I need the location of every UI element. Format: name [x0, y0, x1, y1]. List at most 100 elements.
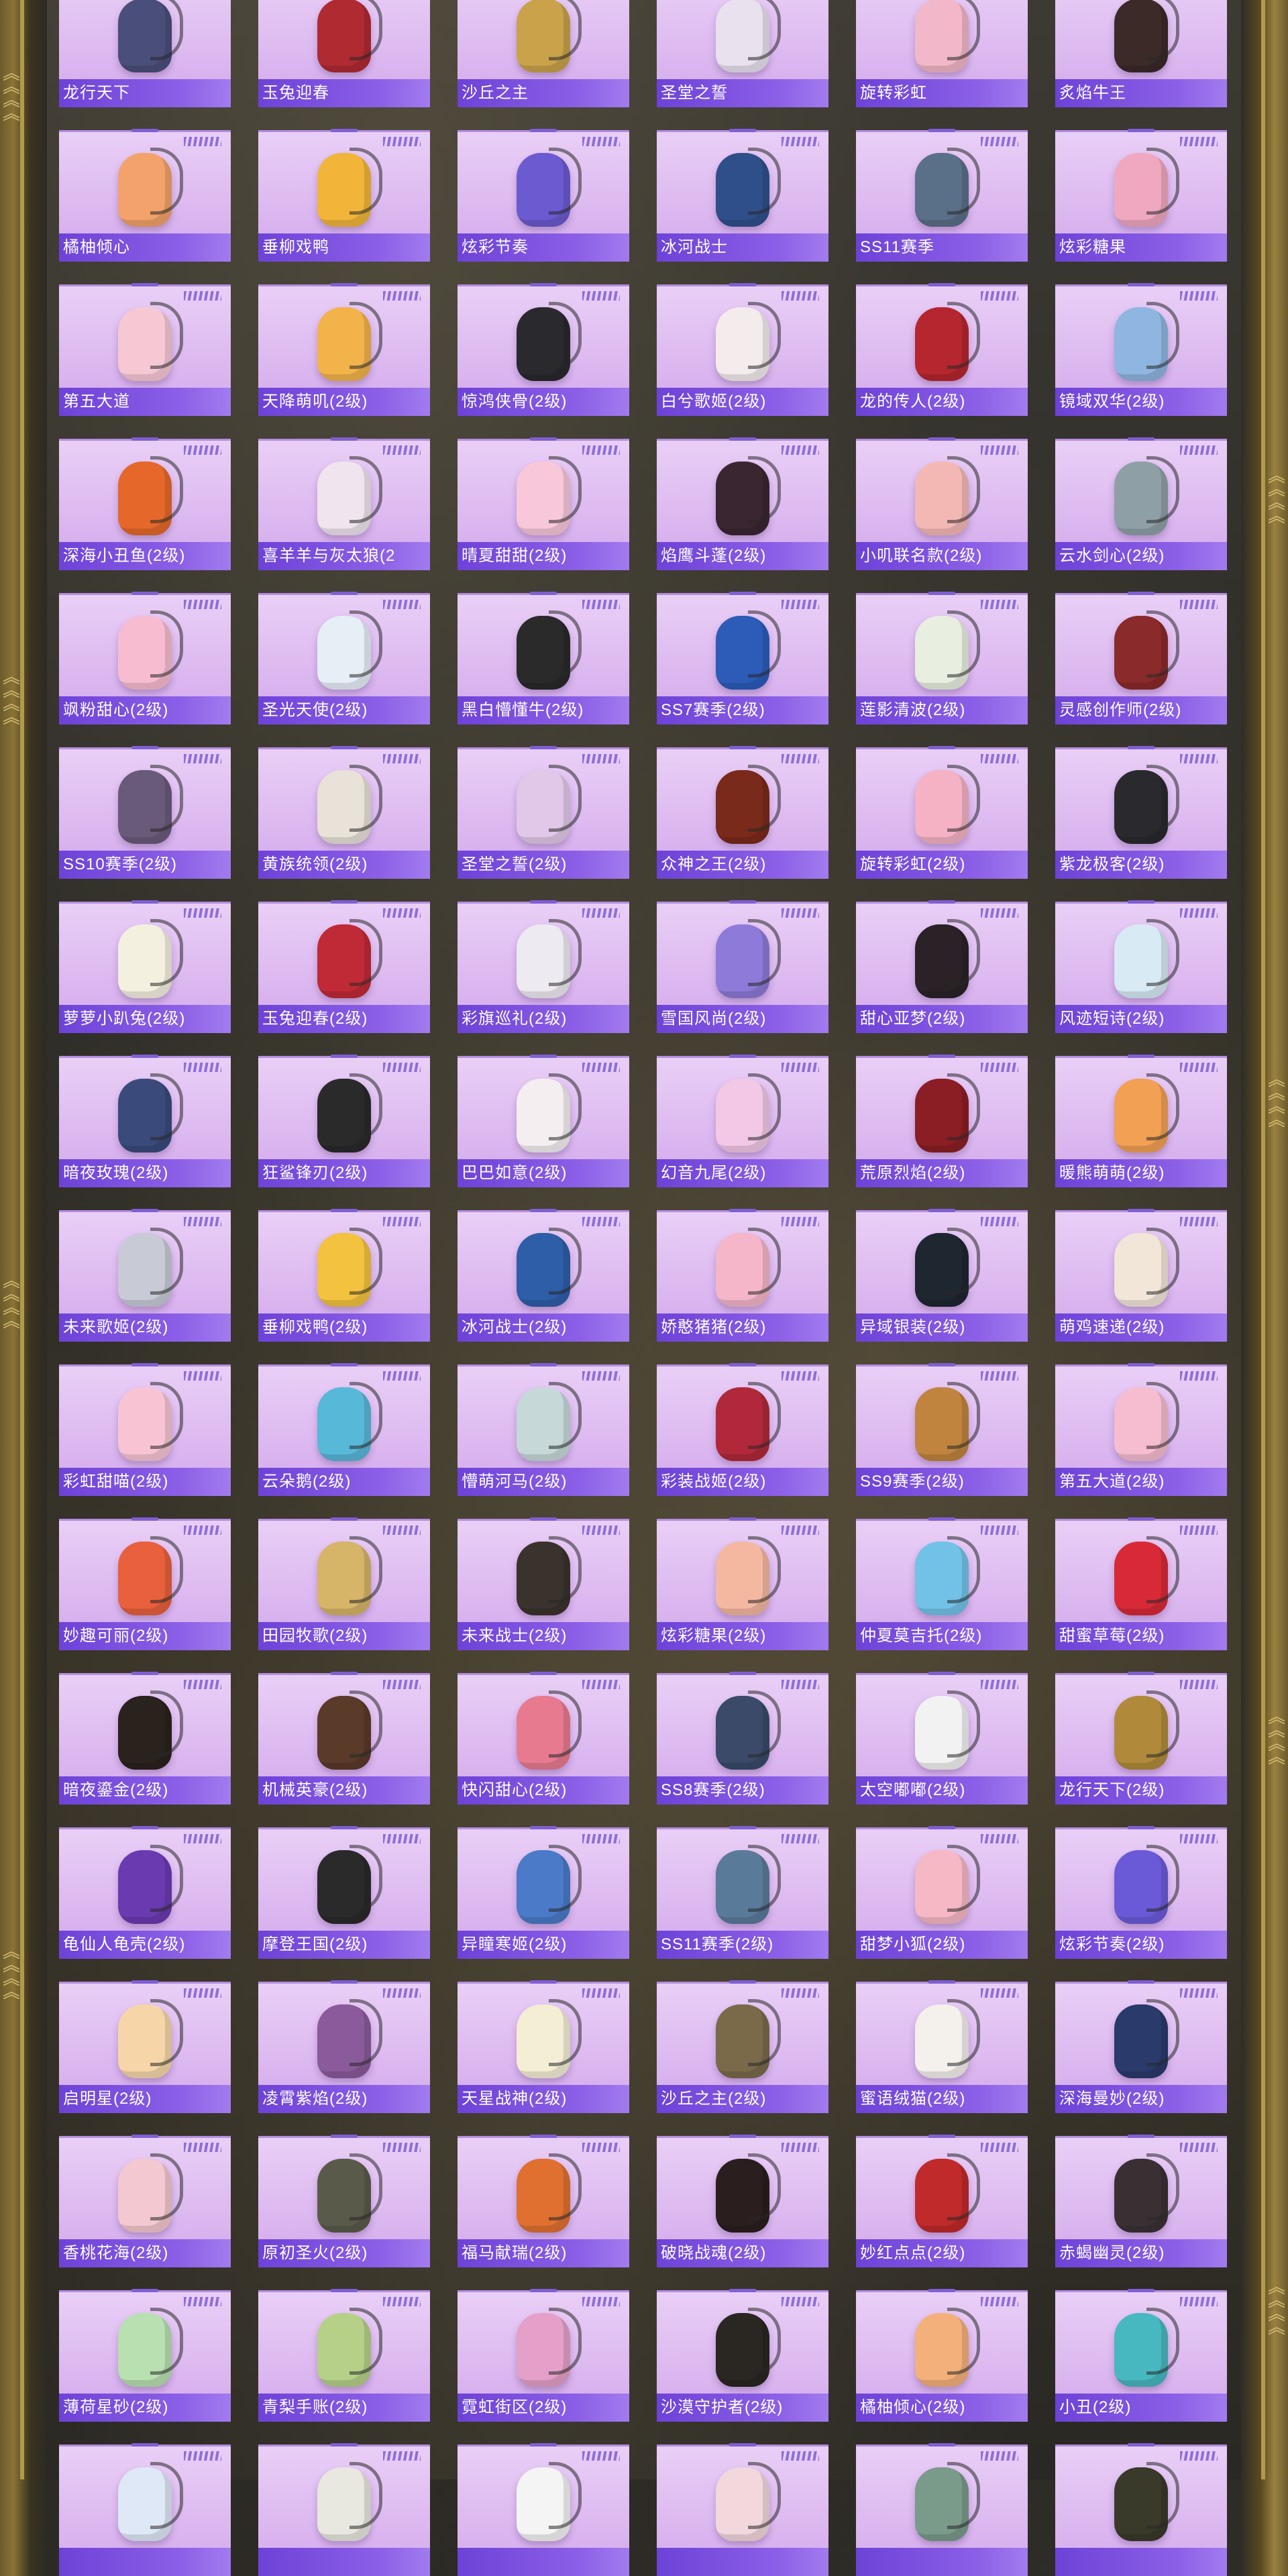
- backpack-card[interactable]: 暗夜鎏金(2级): [59, 1672, 231, 1805]
- backpack-card[interactable]: 龙行天下(2级): [1055, 1672, 1227, 1805]
- backpack-card[interactable]: 太空嘟嘟(2级): [856, 1672, 1028, 1805]
- backpack-card[interactable]: 沙丘之主(2级): [657, 1980, 828, 2113]
- backpack-card[interactable]: 旋转彩虹: [856, 0, 1028, 107]
- backpack-card[interactable]: 垂柳戏鸭(2级): [258, 1209, 430, 1342]
- backpack-card[interactable]: [258, 2443, 430, 2576]
- backpack-card[interactable]: 圣堂之誓: [657, 0, 828, 107]
- backpack-card[interactable]: 第五大道: [59, 283, 231, 416]
- backpack-card[interactable]: [657, 2443, 828, 2576]
- backpack-card[interactable]: SS11赛季(2级): [657, 1826, 828, 1959]
- backpack-card[interactable]: 圣光天使(2级): [258, 592, 430, 724]
- backpack-card[interactable]: 垂柳戏鸭: [258, 129, 430, 262]
- backpack-card[interactable]: 橘柚倾心(2级): [856, 2289, 1028, 2422]
- backpack-card[interactable]: [1055, 2443, 1227, 2576]
- backpack-card[interactable]: 甜梦小狐(2级): [856, 1826, 1028, 1959]
- backpack-card[interactable]: 黑白懵懂牛(2级): [458, 592, 629, 724]
- backpack-card[interactable]: 晴夏甜甜(2级): [458, 437, 629, 570]
- backpack-card[interactable]: [458, 2443, 629, 2576]
- backpack-card[interactable]: 天星战神(2级): [458, 1980, 629, 2113]
- backpack-card[interactable]: 暖熊萌萌(2级): [1055, 1055, 1227, 1187]
- backpack-card[interactable]: 青梨手账(2级): [258, 2289, 430, 2422]
- backpack-card[interactable]: 飒粉甜心(2级): [59, 592, 231, 724]
- backpack-card[interactable]: 甜蜜草莓(2级): [1055, 1517, 1227, 1650]
- backpack-card[interactable]: 雪国风尚(2级): [657, 900, 828, 1033]
- backpack-card[interactable]: 沙漠守护者(2级): [657, 2289, 828, 2422]
- backpack-card[interactable]: SS7赛季(2级): [657, 592, 828, 724]
- backpack-card[interactable]: 原初圣火(2级): [258, 2135, 430, 2267]
- backpack-card[interactable]: 炙焰牛王: [1055, 0, 1227, 107]
- backpack-card[interactable]: 快闪甜心(2级): [458, 1672, 629, 1805]
- backpack-card[interactable]: [856, 2443, 1028, 2576]
- backpack-card[interactable]: 暗夜玫瑰(2级): [59, 1055, 231, 1187]
- backpack-card[interactable]: 云水剑心(2级): [1055, 437, 1227, 570]
- backpack-card[interactable]: 彩虹甜喵(2级): [59, 1363, 231, 1496]
- backpack-card[interactable]: 赤蝎幽灵(2级): [1055, 2135, 1227, 2267]
- backpack-card[interactable]: 蜜语绒猫(2级): [856, 1980, 1028, 2113]
- backpack-card[interactable]: 惊鸿侠骨(2级): [458, 283, 629, 416]
- backpack-card[interactable]: 异瞳寒姬(2级): [458, 1826, 629, 1959]
- backpack-card[interactable]: 喜羊羊与灰太狼(2: [258, 437, 430, 570]
- backpack-card[interactable]: 旋转彩虹(2级): [856, 746, 1028, 879]
- backpack-card[interactable]: 启明星(2级): [59, 1980, 231, 2113]
- backpack-card[interactable]: [59, 2443, 231, 2576]
- backpack-card[interactable]: 龙的传人(2级): [856, 283, 1028, 416]
- backpack-card[interactable]: 彩装战姬(2级): [657, 1363, 828, 1496]
- backpack-card[interactable]: SS8赛季(2级): [657, 1672, 828, 1805]
- backpack-card[interactable]: 炫彩节奏: [458, 129, 629, 262]
- backpack-card[interactable]: 娇憨猪猪(2级): [657, 1209, 828, 1342]
- backpack-card[interactable]: 仲夏莫吉托(2级): [856, 1517, 1028, 1650]
- backpack-card[interactable]: 懵萌河马(2级): [458, 1363, 629, 1496]
- backpack-card[interactable]: 未来战士(2级): [458, 1517, 629, 1650]
- backpack-card[interactable]: 甜心亚梦(2级): [856, 900, 1028, 1033]
- backpack-card[interactable]: 未来歌姬(2级): [59, 1209, 231, 1342]
- backpack-card[interactable]: 深海小丑鱼(2级): [59, 437, 231, 570]
- backpack-card[interactable]: 镜域双华(2级): [1055, 283, 1227, 416]
- backpack-card[interactable]: 焰鹰斗蓬(2级): [657, 437, 828, 570]
- backpack-card[interactable]: 沙丘之主: [458, 0, 629, 107]
- backpack-card[interactable]: 冰河战士: [657, 129, 828, 262]
- backpack-card[interactable]: 幻音九尾(2级): [657, 1055, 828, 1187]
- backpack-card[interactable]: 玉兔迎春(2级): [258, 900, 430, 1033]
- backpack-card[interactable]: 莲影清波(2级): [856, 592, 1028, 724]
- backpack-card[interactable]: 福马献瑞(2级): [458, 2135, 629, 2267]
- backpack-card[interactable]: 深海曼妙(2级): [1055, 1980, 1227, 2113]
- backpack-card[interactable]: 云朵鹅(2级): [258, 1363, 430, 1496]
- backpack-card[interactable]: 薄荷星砂(2级): [59, 2289, 231, 2422]
- backpack-card[interactable]: 第五大道(2级): [1055, 1363, 1227, 1496]
- backpack-card[interactable]: 破晓战魂(2级): [657, 2135, 828, 2267]
- backpack-card[interactable]: 圣堂之誓(2级): [458, 746, 629, 879]
- backpack-card[interactable]: 凌霄紫焰(2级): [258, 1980, 430, 2113]
- backpack-card[interactable]: 小丑(2级): [1055, 2289, 1227, 2422]
- backpack-card[interactable]: 萌鸡速递(2级): [1055, 1209, 1227, 1342]
- backpack-card[interactable]: 紫龙极客(2级): [1055, 746, 1227, 879]
- backpack-card[interactable]: 摩登王国(2级): [258, 1826, 430, 1959]
- backpack-card[interactable]: 霓虹街区(2级): [458, 2289, 629, 2422]
- backpack-card[interactable]: 天降萌叽(2级): [258, 283, 430, 416]
- backpack-card[interactable]: 炫彩节奏(2级): [1055, 1826, 1227, 1959]
- backpack-card[interactable]: 灵感创作师(2级): [1055, 592, 1227, 724]
- backpack-card[interactable]: 荒原烈焰(2级): [856, 1055, 1028, 1187]
- backpack-card[interactable]: 众神之王(2级): [657, 746, 828, 879]
- backpack-card[interactable]: 白兮歌姬(2级): [657, 283, 828, 416]
- backpack-card[interactable]: SS10赛季(2级): [59, 746, 231, 879]
- backpack-card[interactable]: 机械英豪(2级): [258, 1672, 430, 1805]
- backpack-card[interactable]: 冰河战士(2级): [458, 1209, 629, 1342]
- backpack-card[interactable]: 玉兔迎春: [258, 0, 430, 107]
- backpack-card[interactable]: 龟仙人龟壳(2级): [59, 1826, 231, 1959]
- backpack-card[interactable]: 黄族统领(2级): [258, 746, 430, 879]
- backpack-card[interactable]: 炫彩糖果(2级): [657, 1517, 828, 1650]
- backpack-card[interactable]: 小叽联名款(2级): [856, 437, 1028, 570]
- backpack-card[interactable]: SS11赛季: [856, 129, 1028, 262]
- backpack-card[interactable]: 萝萝小趴兔(2级): [59, 900, 231, 1033]
- backpack-card[interactable]: 炫彩糖果: [1055, 129, 1227, 262]
- backpack-card[interactable]: 田园牧歌(2级): [258, 1517, 430, 1650]
- backpack-card[interactable]: 异域银装(2级): [856, 1209, 1028, 1342]
- backpack-card[interactable]: 狂鲨锋刃(2级): [258, 1055, 430, 1187]
- backpack-card[interactable]: 妙红点点(2级): [856, 2135, 1028, 2267]
- backpack-card[interactable]: 龙行天下: [59, 0, 231, 107]
- backpack-card[interactable]: SS9赛季(2级): [856, 1363, 1028, 1496]
- backpack-card[interactable]: 巴巴如意(2级): [458, 1055, 629, 1187]
- backpack-card[interactable]: 橘柚倾心: [59, 129, 231, 262]
- backpack-card[interactable]: 香桃花海(2级): [59, 2135, 231, 2267]
- backpack-card[interactable]: 彩旗巡礼(2级): [458, 900, 629, 1033]
